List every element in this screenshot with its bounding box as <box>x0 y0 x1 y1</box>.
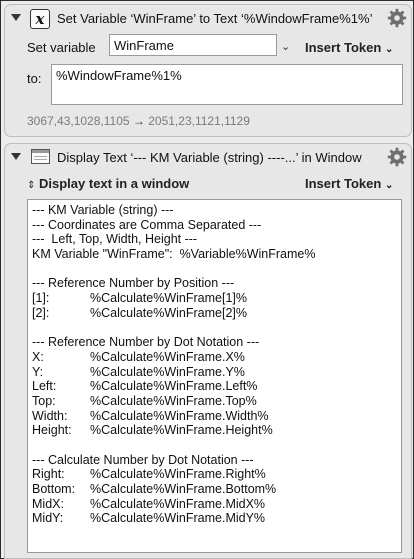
chevron-down-icon: ⌄ <box>384 180 394 191</box>
text-line-token: %Calculate%WinFrame.Left% <box>90 379 258 394</box>
text-line-token: %Calculate%WinFrame.Width% <box>90 408 269 423</box>
text-line: Left: %Calculate%WinFrame.Left% <box>32 379 397 394</box>
display-text-field[interactable]: --- KM Variable (string) --- --- Coordina… <box>27 199 402 553</box>
text-line: --- Reference Number by Dot Notation --- <box>32 335 260 350</box>
text-line: X: %Calculate%WinFrame.X% <box>32 350 397 365</box>
text-line: Height: %Calculate%WinFrame.Height% <box>32 423 397 438</box>
disclosure-triangle-icon[interactable] <box>11 153 21 160</box>
to-value-field[interactable]: %WindowFrame%1% <box>51 64 403 105</box>
text-line <box>32 262 397 277</box>
text-line <box>32 321 397 336</box>
insert-token-label: Insert Token <box>305 40 382 55</box>
gear-icon[interactable] <box>387 147 407 167</box>
text-line: --- Reference Number by Position --- <box>32 276 235 291</box>
text-line: Y: %Calculate%WinFrame.Y% <box>32 365 397 380</box>
text-line: Top: %Calculate%WinFrame.Top% <box>32 394 397 409</box>
variable-name-input[interactable] <box>109 34 277 56</box>
text-line: Right: %Calculate%WinFrame.Right% <box>32 467 397 482</box>
display-text-header: Display Text ‘--- KM Variable (string) -… <box>5 144 411 170</box>
text-line: --- Coordinates are Comma Separated --- <box>32 217 262 232</box>
chevron-down-icon: ⌄ <box>384 44 394 55</box>
text-line-token: %Calculate%WinFrame.Y% <box>90 364 245 379</box>
result-before: 3067,43,1028,1105 <box>27 114 130 128</box>
set-variable-action[interactable]: x Set Variable ‘WinFrame’ to Text ‘%Wind… <box>4 4 412 137</box>
text-line-token: %Calculate%WinFrame.MidY% <box>90 511 266 526</box>
text-line-token: %Calculate%WinFrame.X% <box>90 349 245 364</box>
display-text-action[interactable]: Display Text ‘--- KM Variable (string) -… <box>4 143 412 559</box>
text-line-label: MidY: <box>32 511 64 526</box>
text-line: KM Variable "WinFrame": %Variable%WinFra… <box>32 247 316 262</box>
chevron-down-icon[interactable]: ⌄ <box>281 40 290 53</box>
display-text-title: Display Text ‘--- KM Variable (string) -… <box>57 150 362 165</box>
text-line-token: %Calculate%WinFrame.Top% <box>90 393 257 408</box>
display-mode-label: Display text in a window <box>39 176 190 191</box>
to-label: to: <box>27 71 42 86</box>
set-variable-title: Set Variable ‘WinFrame’ to Text ‘%Window… <box>57 11 373 26</box>
text-line: Width: %Calculate%WinFrame.Width% <box>32 409 397 424</box>
text-line-label: Right: <box>32 467 65 482</box>
text-line-label: Left: <box>32 379 57 394</box>
macro-editor-frame: x Set Variable ‘WinFrame’ to Text ‘%Wind… <box>0 0 414 559</box>
set-variable-header: x Set Variable ‘WinFrame’ to Text ‘%Wind… <box>5 5 411 31</box>
set-variable-label: Set variable <box>27 40 96 55</box>
text-line-token: %Calculate%WinFrame.Height% <box>90 423 273 438</box>
text-line-token: %Calculate%WinFrame[2]% <box>90 305 247 320</box>
text-line: --- Left, Top, Width, Height --- <box>32 232 198 247</box>
text-line-label: Width: <box>32 408 68 423</box>
text-line: --- Calculate Number by Dot Notation --- <box>32 452 254 467</box>
up-down-chevron-icon: ⇕ <box>27 180 36 191</box>
disclosure-triangle-icon[interactable] <box>11 14 21 21</box>
text-line-token: %Calculate%WinFrame[1]% <box>90 291 247 306</box>
text-line-label: X: <box>32 349 44 364</box>
text-line-label: Bottom: <box>32 482 76 497</box>
text-line-label: Height: <box>32 423 72 438</box>
insert-token-menu[interactable]: Insert Token ⌄ <box>305 40 393 55</box>
text-line-token: %Calculate%WinFrame.Right% <box>90 467 266 482</box>
text-line-label: [2]: <box>32 305 50 320</box>
text-line: MidX: %Calculate%WinFrame.MidX% <box>32 497 397 512</box>
x-variable-icon: x <box>30 9 50 29</box>
result-after: 2051,23,1121,1129 <box>148 114 250 128</box>
text-line: [2]: %Calculate%WinFrame[2]% <box>32 306 397 321</box>
result-arrow: → <box>132 114 145 128</box>
text-line-token: %Calculate%WinFrame.Bottom% <box>90 482 277 497</box>
text-line: Bottom: %Calculate%WinFrame.Bottom% <box>32 482 397 497</box>
text-line-label: [1]: <box>32 291 50 306</box>
text-line-label: MidX: <box>32 496 64 511</box>
text-line-label: Top: <box>32 393 56 408</box>
display-mode-popup[interactable]: ⇕ Display text in a window <box>27 176 189 191</box>
gear-icon[interactable] <box>387 8 407 28</box>
text-line: [1]: %Calculate%WinFrame[1]% <box>32 291 397 306</box>
insert-token-menu[interactable]: Insert Token ⌄ <box>305 176 393 191</box>
to-value-text: %WindowFrame%1% <box>56 68 182 83</box>
result-preview: 3067,43,1028,1105 → 2051,23,1121,1129 <box>27 114 250 128</box>
text-line-label: Y: <box>32 364 44 379</box>
window-icon <box>31 149 50 164</box>
text-line: --- KM Variable (string) --- <box>32 203 174 217</box>
text-line-token: %Calculate%WinFrame.MidX% <box>90 496 266 511</box>
text-line: MidY: %Calculate%WinFrame.MidY% <box>32 511 397 526</box>
text-line <box>32 438 397 453</box>
insert-token-label: Insert Token <box>305 176 382 191</box>
